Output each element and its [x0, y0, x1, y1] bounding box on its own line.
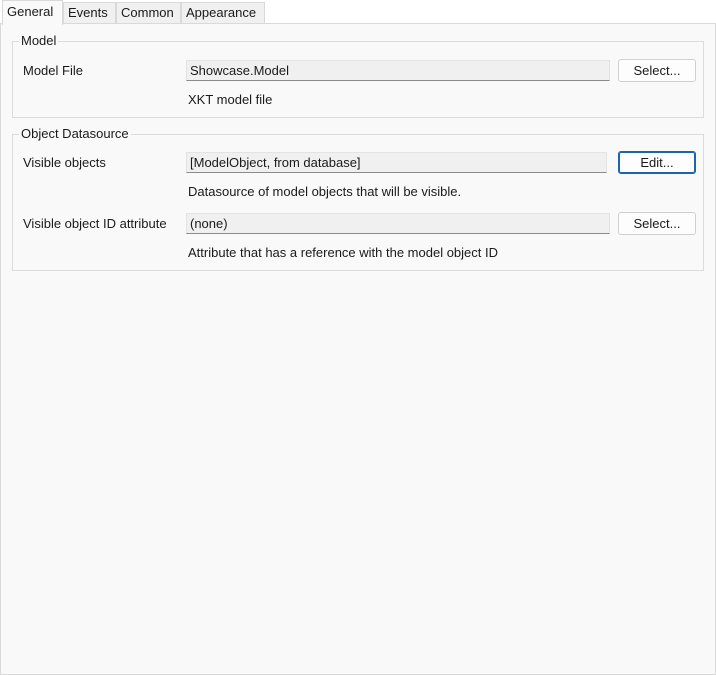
visible-objects-hint: Datasource of model objects that will be… — [188, 184, 462, 199]
visible-objects-edit-button[interactable]: Edit... — [618, 151, 696, 174]
visible-object-id-attribute-field[interactable]: (none) — [186, 213, 610, 234]
model-file-field[interactable]: Showcase.Model — [186, 60, 610, 81]
tab-strip: General Events Common Appearance — [0, 0, 716, 25]
model-group-title: Model — [19, 33, 59, 49]
model-group: Model Model File Showcase.Model Select..… — [12, 33, 704, 118]
visible-object-id-attribute-label: Visible object ID attribute — [23, 216, 167, 231]
object-datasource-group-title: Object Datasource — [19, 126, 131, 142]
model-file-label: Model File — [23, 63, 83, 78]
tab-general[interactable]: General — [2, 0, 63, 25]
model-file-select-button[interactable]: Select... — [618, 59, 696, 82]
visible-object-id-attribute-hint: Attribute that has a reference with the … — [188, 245, 499, 260]
tab-appearance[interactable]: Appearance — [181, 2, 265, 23]
model-file-hint: XKT model file — [188, 92, 273, 107]
visible-objects-label: Visible objects — [23, 155, 106, 170]
tab-events[interactable]: Events — [63, 2, 116, 23]
tab-common[interactable]: Common — [116, 2, 181, 23]
visible-objects-field[interactable]: [ModelObject, from database] — [186, 152, 607, 173]
tab-page-general: Model Model File Showcase.Model Select..… — [0, 23, 716, 675]
properties-dialog: General Events Common Appearance Model M… — [0, 0, 716, 675]
visible-object-id-attribute-select-button[interactable]: Select... — [618, 212, 696, 235]
object-datasource-group: Object Datasource Visible objects [Model… — [12, 126, 704, 271]
